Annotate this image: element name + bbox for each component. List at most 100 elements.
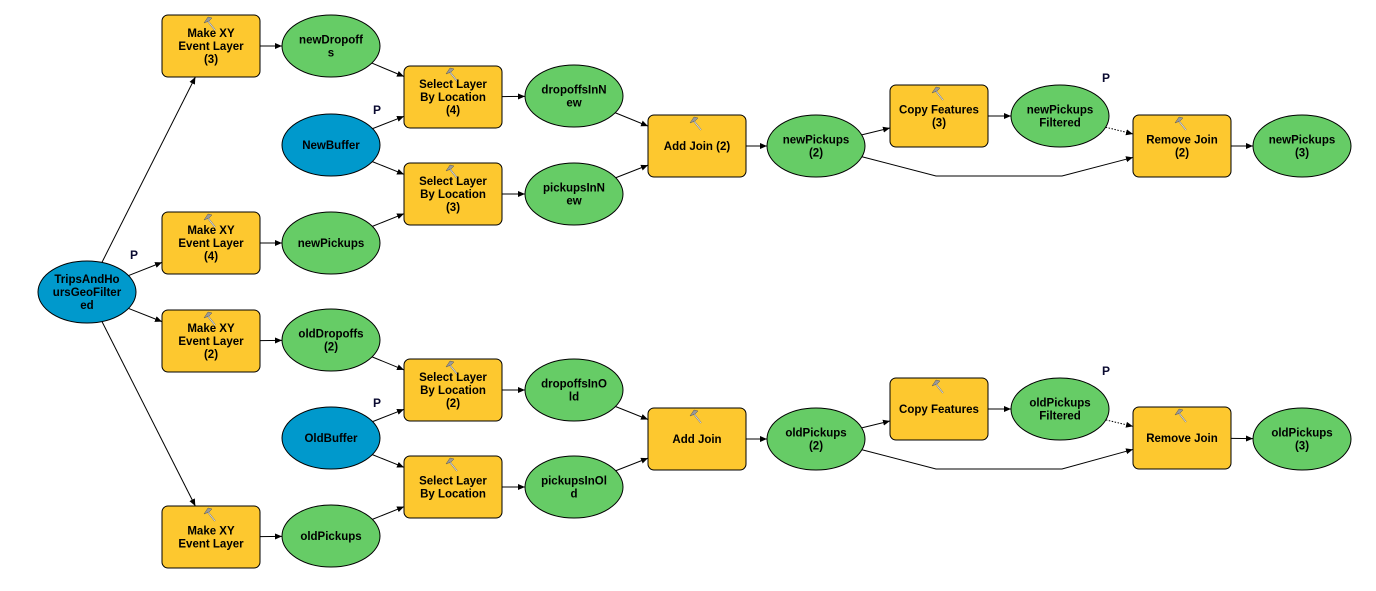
- data-node-trips[interactable]: TripsAndHoursGeoFiltered: [37, 260, 137, 324]
- node-label: d: [570, 489, 577, 501]
- data-node-newDropoffs[interactable]: newDropoffs: [281, 14, 381, 78]
- model-canvas[interactable]: TripsAndHoursGeoFilteredMake XYEvent Lay…: [0, 0, 1376, 591]
- nodes: TripsAndHoursGeoFilteredMake XYEvent Lay…: [37, 14, 1352, 569]
- data-node-oldBuffer[interactable]: OldBuffer: [281, 406, 381, 470]
- data-node-newPickups2[interactable]: newPickups(2): [766, 114, 866, 178]
- data-node-oldDropoffs[interactable]: oldDropoffs(2): [281, 308, 381, 372]
- parameter-marker: P: [373, 103, 381, 117]
- tool-node-mxy2[interactable]: Make XYEvent Layer(2): [161, 309, 261, 373]
- node-label: Select Layer: [419, 79, 487, 91]
- tool-node-aj[interactable]: Add Join: [647, 407, 747, 471]
- data-node-oldPickups2[interactable]: oldPickups(2): [766, 407, 866, 471]
- connector-pickupsInOld-to-aj[interactable]: [615, 457, 649, 472]
- data-node-dropoffsInNew[interactable]: dropoffsInNew: [524, 64, 624, 128]
- node-label: Select Layer: [419, 176, 487, 188]
- connector-newPickups2-to-rj2[interactable]: [861, 156, 1134, 177]
- data-node-oldPickups3[interactable]: oldPickups(3): [1252, 407, 1352, 471]
- node-label: TripsAndHo: [54, 274, 119, 286]
- node-label: (2): [809, 148, 823, 160]
- tool-node-cf3[interactable]: Copy Features(3): [889, 84, 989, 148]
- node-label: ew: [566, 98, 581, 110]
- tool-node-mxy[interactable]: Make XYEvent Layer: [161, 505, 261, 569]
- node-label: oldDropoffs: [298, 329, 363, 341]
- parameter-marker: P: [130, 248, 138, 262]
- data-node-pickupsInOld[interactable]: pickupsInOld: [524, 455, 624, 519]
- parameter-marker: P: [373, 396, 381, 410]
- node-label: Make XY: [187, 526, 235, 538]
- node-label: newPickups: [298, 238, 364, 250]
- node-label: newPickups: [1027, 105, 1093, 117]
- node-label: (3): [932, 118, 946, 130]
- node-label: By Location: [420, 92, 486, 104]
- connector-newBuffer-to-sl3[interactable]: [372, 161, 405, 175]
- data-node-dropoffsInOld[interactable]: dropoffsInOld: [524, 358, 624, 422]
- node-label: newDropoff: [299, 35, 363, 47]
- node-label: (4): [204, 251, 218, 263]
- connector-oldDropoffs-to-sl2[interactable]: [371, 356, 405, 371]
- node-label: Add Join (2): [664, 141, 731, 153]
- connector-oldPickups2-to-rj[interactable]: [861, 448, 1134, 470]
- node-label: Remove Join: [1146, 433, 1218, 445]
- node-label: Filtered: [1039, 411, 1081, 423]
- node-label: newPickups: [1269, 135, 1335, 147]
- tool-node-aj2[interactable]: Add Join (2): [647, 114, 747, 178]
- node-label: ew: [566, 196, 581, 208]
- node-label: Copy Features: [899, 404, 979, 416]
- connector-pickupsInNew-to-aj2[interactable]: [615, 164, 649, 179]
- tool-node-sl4[interactable]: Select LayerBy Location(4): [403, 65, 503, 129]
- tool-node-rj[interactable]: Remove Join: [1132, 406, 1232, 470]
- node-label: Event Layer: [178, 238, 244, 250]
- data-node-pickupsInNew[interactable]: pickupsInNew: [524, 162, 624, 226]
- node-label: (2): [204, 349, 218, 361]
- tool-node-sl2[interactable]: Select LayerBy Location(2): [403, 358, 503, 422]
- node-label: pickupsInN: [543, 183, 605, 195]
- node-label: (3): [1295, 148, 1309, 160]
- node-label: Event Layer: [178, 41, 244, 53]
- connector-trips-to-mxy2[interactable]: [128, 307, 163, 323]
- tool-node-mxy4[interactable]: Make XYEvent Layer(4): [161, 211, 261, 275]
- node-label: (3): [204, 54, 218, 66]
- node-label: Event Layer: [178, 539, 244, 551]
- connector-oldPickupsFiltered-to-rj[interactable]: [1105, 419, 1134, 428]
- node-label: By Location: [420, 489, 486, 501]
- data-node-oldPickups[interactable]: oldPickups: [281, 504, 381, 568]
- connector-oldBuffer-to-sl2[interactable]: [372, 408, 405, 423]
- connector-newDropoffs-to-sl4[interactable]: [371, 62, 405, 77]
- data-node-newBuffer[interactable]: NewBuffer: [281, 113, 381, 177]
- connector-dropoffsInOld-to-aj[interactable]: [615, 406, 649, 420]
- node-label: Event Layer: [178, 336, 244, 348]
- parameter-marker: P: [1102, 364, 1110, 378]
- node-label: Make XY: [187, 28, 235, 40]
- node-label: Select Layer: [419, 372, 487, 384]
- node-label: Filtered: [1039, 118, 1081, 130]
- node-label: By Location: [420, 189, 486, 201]
- node-label: ursGeoFilter: [53, 287, 122, 299]
- tool-node-cf[interactable]: Copy Features: [889, 377, 989, 441]
- connector-newBuffer-to-sl4[interactable]: [372, 115, 405, 130]
- node-label: oldPickups: [300, 531, 361, 543]
- node-label: Make XY: [187, 323, 235, 335]
- node-label: pickupsInOl: [541, 476, 607, 488]
- data-node-newPickups3[interactable]: newPickups(3): [1252, 114, 1352, 178]
- node-label: (2): [446, 398, 460, 410]
- data-node-newPickupsFiltered[interactable]: newPickupsFiltered: [1010, 84, 1110, 148]
- tool-node-sl3[interactable]: Select LayerBy Location(3): [403, 162, 503, 226]
- connector-newPickups-to-sl3[interactable]: [372, 213, 405, 227]
- connector-oldBuffer-to-sl[interactable]: [372, 454, 405, 468]
- node-label: Select Layer: [419, 476, 487, 488]
- tool-node-sl[interactable]: Select LayerBy Location: [403, 455, 503, 519]
- data-node-newPickups[interactable]: newPickups: [281, 211, 381, 275]
- parameter-marker: P: [1102, 71, 1110, 85]
- connector-dropoffsInNew-to-aj2[interactable]: [615, 112, 649, 127]
- node-label: Add Join: [672, 434, 721, 446]
- tool-node-rj2[interactable]: Remove Join(2): [1132, 114, 1232, 178]
- node-label: OldBuffer: [304, 433, 358, 445]
- data-node-oldPickupsFiltered[interactable]: oldPickupsFiltered: [1010, 377, 1110, 441]
- connector-newPickupsFiltered-to-rj2[interactable]: [1105, 126, 1134, 136]
- connector-newPickups2-to-cf3[interactable]: [861, 126, 891, 136]
- tool-node-mxy3[interactable]: Make XYEvent Layer(3): [161, 14, 261, 78]
- connector-oldPickups-to-sl[interactable]: [372, 506, 405, 520]
- node-label: newPickups: [783, 135, 849, 147]
- connector-oldPickups2-to-cf[interactable]: [861, 419, 891, 429]
- connector-trips-to-mxy4[interactable]: [128, 261, 163, 277]
